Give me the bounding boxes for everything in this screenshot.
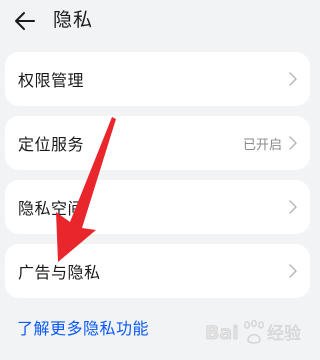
list-item-label: 定位服务	[18, 135, 85, 154]
status-value: 已开启	[242, 137, 282, 153]
svg-text:Bai: Bai	[205, 322, 239, 344]
back-button[interactable]	[13, 9, 37, 33]
list-item-permission-management[interactable]: 权限管理	[5, 52, 310, 106]
list-item-label: 隐私空间	[18, 199, 85, 218]
chevron-right-icon	[288, 135, 298, 151]
chevron-right-icon	[288, 199, 298, 215]
baidu-jingyan-watermark-logo: Bai 经验	[205, 319, 301, 344]
list-item-label: 权限管理	[18, 71, 85, 90]
svg-text:经验: 经验	[267, 324, 301, 344]
list-item-ads-and-privacy[interactable]: 广告与隐私	[5, 244, 310, 298]
arrow-left-icon	[15, 12, 35, 30]
chevron-right-icon	[288, 263, 298, 279]
chevron-right-icon	[288, 71, 298, 87]
header-bar: 隐私	[0, 0, 319, 42]
list-item-label: 广告与隐私	[18, 263, 101, 282]
learn-more-privacy-link[interactable]: 了解更多隐私功能	[17, 315, 149, 339]
list-item-location-service[interactable]: 定位服务 已开启	[5, 116, 310, 170]
list-item-privacy-space[interactable]: 隐私空间	[5, 180, 310, 234]
page-title: 隐私	[53, 9, 94, 31]
